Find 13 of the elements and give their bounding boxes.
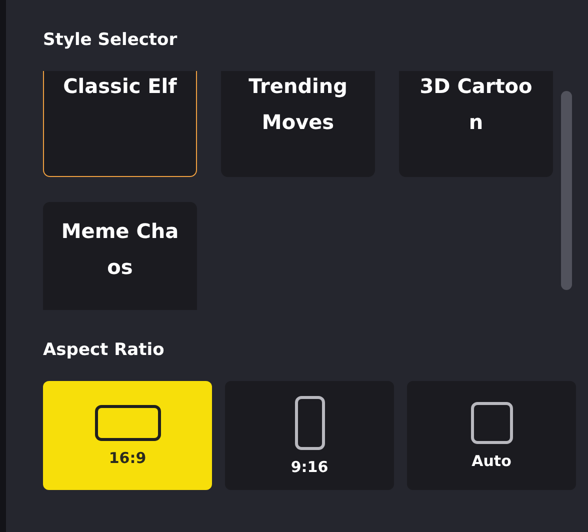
aspect-ratio-option[interactable]: 16:9 <box>43 381 212 490</box>
square-icon <box>470 402 512 444</box>
section-title: Style Selector <box>43 30 178 52</box>
section-title: Aspect Ratio <box>43 340 166 362</box>
style-card[interactable]: Classic Elf <box>43 71 197 177</box>
style-card[interactable]: Meme Chaos <box>43 202 197 310</box>
scrollbar[interactable] <box>561 91 572 290</box>
style-card[interactable]: 3D Cartoon <box>399 71 553 177</box>
aspect-ratio-option[interactable]: Auto <box>407 381 576 490</box>
aspect-ratio-option[interactable]: 9:16 <box>225 381 394 490</box>
portrait-icon <box>294 396 324 450</box>
style-card[interactable]: Trending Moves <box>221 71 375 177</box>
landscape-icon <box>94 404 160 440</box>
